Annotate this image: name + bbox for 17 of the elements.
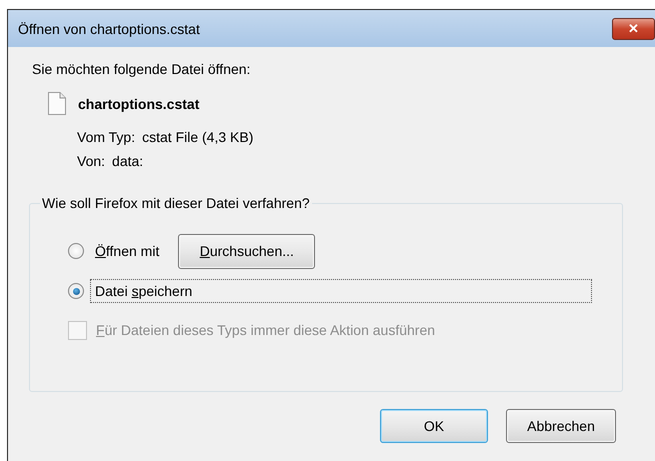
detail-value: cstat File (4,3 KB) — [142, 129, 254, 145]
cancel-button[interactable]: Abbrechen — [506, 409, 616, 443]
ok-button[interactable]: OK — [380, 409, 488, 443]
detail-value: data: — [112, 153, 144, 169]
option-label[interactable]: Öffnen mit — [90, 239, 164, 263]
option-label[interactable]: Datei speichern — [90, 279, 592, 303]
close-button[interactable]: ✕ — [612, 18, 655, 40]
detail-label: Von: — [77, 153, 106, 169]
prompt-text: Sie möchten folgende Datei öffnen: — [32, 61, 252, 77]
file-name: chartoptions.cstat — [78, 96, 200, 112]
radio-button[interactable] — [68, 283, 84, 299]
browse-button[interactable]: Durchsuchen... — [178, 234, 316, 268]
window-title: Öffnen von chartoptions.cstat — [18, 20, 200, 36]
radio-button[interactable] — [68, 243, 84, 259]
file-icon — [48, 92, 66, 115]
group-legend: Wie soll Firefox mit dieser Datei verfahren? — [40, 195, 312, 211]
detail-label: Vom Typ: — [77, 129, 136, 145]
